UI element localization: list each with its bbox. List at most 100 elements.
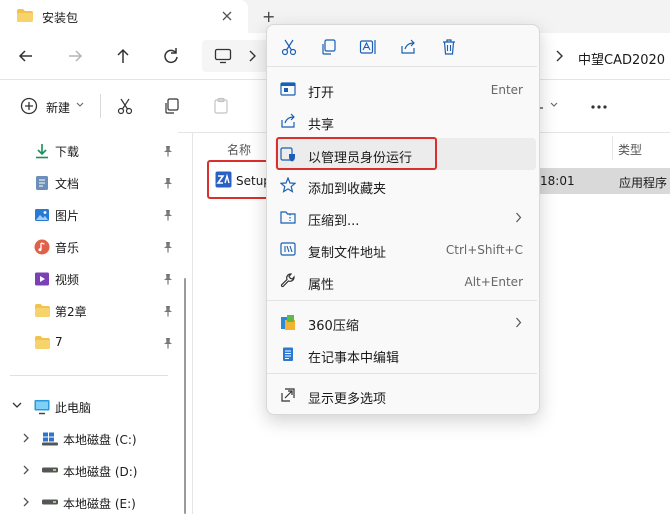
picture-icon bbox=[34, 207, 50, 223]
back-arrow-icon[interactable] bbox=[14, 44, 38, 68]
360-compress-icon bbox=[280, 314, 297, 331]
chevron-right-icon[interactable] bbox=[22, 497, 30, 507]
menu-item-edit-notepad[interactable]: 在记事本中编辑 bbox=[267, 339, 537, 369]
copy-icon[interactable] bbox=[320, 38, 338, 56]
menu-item-label: 属性 bbox=[308, 278, 335, 293]
menu-item-show-more[interactable]: 显示更多选项 bbox=[267, 380, 537, 410]
sidebar-item-downloads[interactable]: 下载 bbox=[0, 137, 178, 165]
chevron-down-icon[interactable] bbox=[538, 102, 558, 110]
chevron-down-icon[interactable] bbox=[12, 401, 22, 409]
pin-icon[interactable] bbox=[163, 273, 173, 285]
pin-icon[interactable] bbox=[163, 145, 173, 157]
share-icon[interactable] bbox=[399, 38, 417, 56]
sidebar-item-label: 第2章 bbox=[55, 305, 87, 319]
menu-shortcut: Ctrl+Shift+C bbox=[445, 243, 523, 257]
menu-item-open[interactable]: 打开 Enter bbox=[267, 74, 537, 104]
sidebar-item-label: 视频 bbox=[55, 273, 80, 287]
trash-icon[interactable] bbox=[440, 38, 458, 56]
pin-icon[interactable] bbox=[163, 209, 173, 221]
chevron-right-icon[interactable] bbox=[554, 49, 564, 63]
file-modified-time: 18:01 bbox=[540, 174, 575, 188]
copy-icon[interactable] bbox=[163, 97, 181, 115]
copy-path-icon bbox=[280, 241, 296, 257]
chevron-right-icon bbox=[515, 317, 522, 328]
sidebar-item-documents[interactable]: 文档 bbox=[0, 169, 178, 197]
chevron-right-icon[interactable] bbox=[247, 49, 257, 63]
menu-item-compress-to[interactable]: 压缩到... bbox=[267, 202, 537, 232]
sidebar-scrollbar[interactable] bbox=[184, 278, 186, 514]
show-more-icon bbox=[280, 387, 296, 403]
pin-icon[interactable] bbox=[163, 177, 173, 189]
menu-item-360-compress[interactable]: 360压缩 bbox=[267, 307, 537, 337]
menu-shortcut: Enter bbox=[490, 83, 523, 97]
tab-active[interactable] bbox=[0, 0, 248, 33]
sidebar-item-label: 音乐 bbox=[55, 241, 80, 255]
drive-icon bbox=[42, 499, 58, 505]
menu-divider bbox=[267, 66, 537, 67]
cut-icon[interactable] bbox=[280, 38, 298, 56]
windows-drive-icon bbox=[42, 432, 58, 446]
sidebar-item-folder-7[interactable]: 7 bbox=[0, 329, 178, 357]
up-arrow-icon[interactable] bbox=[111, 44, 135, 68]
highlight-box bbox=[207, 160, 269, 199]
sidebar-item-drive-d[interactable]: 本地磁盘 (D:) bbox=[0, 457, 178, 485]
menu-item-label: 360压缩 bbox=[308, 319, 359, 334]
chevron-right-icon[interactable] bbox=[22, 433, 30, 443]
forward-arrow-icon[interactable] bbox=[63, 44, 87, 68]
sidebar-item-this-pc[interactable]: 此电脑 bbox=[0, 393, 178, 421]
pane-divider[interactable] bbox=[192, 132, 193, 514]
sidebar-item-label: 本地磁盘 (C:) bbox=[63, 433, 137, 447]
wrench-icon bbox=[280, 273, 296, 289]
sidebar-item-videos[interactable]: 视频 bbox=[0, 265, 178, 293]
folder-icon bbox=[34, 335, 51, 350]
video-icon bbox=[34, 271, 50, 287]
sidebar-item-pictures[interactable]: 图片 bbox=[0, 201, 178, 229]
sidebar-item-drive-c[interactable]: 本地磁盘 (C:) bbox=[0, 425, 178, 453]
new-button[interactable]: 新建 bbox=[46, 99, 70, 116]
menu-item-label: 添加到收藏夹 bbox=[308, 182, 387, 197]
pin-icon[interactable] bbox=[163, 305, 173, 317]
refresh-icon[interactable] bbox=[159, 44, 183, 68]
column-header-type[interactable]: 类型 bbox=[618, 141, 642, 158]
more-options-icon[interactable] bbox=[590, 104, 608, 110]
monitor-icon bbox=[214, 48, 232, 64]
sidebar-item-label: 下载 bbox=[55, 145, 80, 159]
menu-shortcut: Alt+Enter bbox=[464, 275, 523, 289]
sidebar-item-label: 此电脑 bbox=[55, 401, 92, 415]
cut-icon[interactable] bbox=[116, 97, 134, 115]
menu-item-label: 显示更多选项 bbox=[308, 392, 387, 407]
sidebar-item-music[interactable]: 音乐 bbox=[0, 233, 178, 261]
column-divider[interactable] bbox=[612, 136, 613, 160]
file-type: 应用程序 bbox=[619, 176, 668, 190]
pin-icon[interactable] bbox=[163, 337, 173, 349]
sidebar-item-label: 文档 bbox=[55, 177, 80, 191]
plus-circle-icon[interactable] bbox=[20, 97, 38, 115]
zip-folder-icon bbox=[280, 209, 296, 225]
menu-item-share[interactable]: 共享 bbox=[267, 106, 537, 136]
highlight-box bbox=[276, 137, 437, 170]
paste-icon[interactable] bbox=[212, 97, 230, 115]
pin-icon[interactable] bbox=[163, 241, 173, 253]
menu-item-copy-path[interactable]: 复制文件地址 Ctrl+Shift+C bbox=[267, 234, 537, 264]
sidebar-item-chapter2[interactable]: 第2章 bbox=[0, 297, 178, 325]
menu-item-add-favorites[interactable]: 添加到收藏夹 bbox=[267, 170, 537, 200]
download-icon bbox=[34, 143, 50, 159]
monitor-icon bbox=[34, 399, 50, 415]
chevron-right-icon bbox=[515, 212, 522, 223]
document-icon bbox=[34, 175, 50, 191]
notepad-icon bbox=[280, 346, 296, 362]
sidebar-item-drive-e[interactable]: 本地磁盘 (E:) bbox=[0, 489, 178, 517]
music-icon bbox=[34, 239, 50, 255]
column-header-name[interactable]: 名称 bbox=[227, 141, 251, 158]
close-icon[interactable] bbox=[220, 9, 234, 23]
chevron-down-icon[interactable] bbox=[76, 102, 84, 108]
menu-item-label: 复制文件地址 bbox=[308, 246, 387, 261]
menu-item-properties[interactable]: 属性 Alt+Enter bbox=[267, 266, 537, 296]
chevron-right-icon[interactable] bbox=[22, 465, 30, 475]
breadcrumb-current[interactable]: 中望CAD2020 bbox=[578, 49, 665, 68]
drive-icon bbox=[42, 467, 58, 473]
sidebar-item-label: 图片 bbox=[55, 209, 80, 223]
open-window-icon bbox=[280, 81, 296, 97]
menu-item-label: 共享 bbox=[308, 118, 335, 133]
rename-icon[interactable] bbox=[359, 38, 377, 56]
